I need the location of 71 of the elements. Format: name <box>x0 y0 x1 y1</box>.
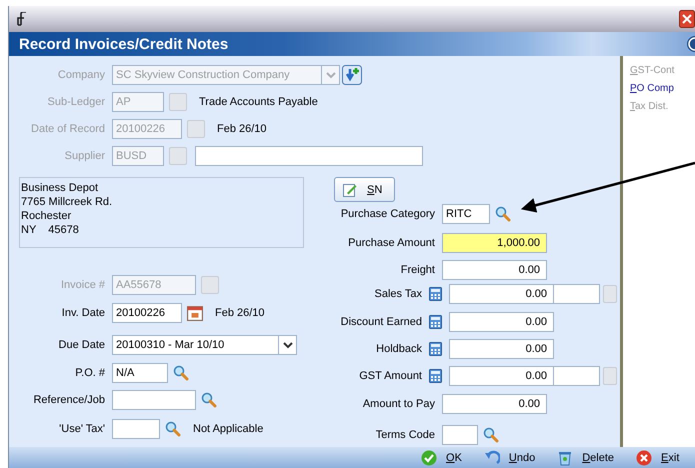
address-line: Business Depot <box>21 181 100 195</box>
input-field[interactable]: 1,000.00 <box>442 233 547 253</box>
undo-icon <box>484 450 500 466</box>
search-icon[interactable] <box>173 365 189 381</box>
field-label: Holdback <box>375 343 422 355</box>
footer-button[interactable]: Undo <box>480 450 540 466</box>
input-field[interactable] <box>112 419 160 439</box>
footer-button[interactable]: Delete <box>553 450 618 466</box>
field-description: Feb 26/10 <box>217 123 267 135</box>
input-field[interactable] <box>112 390 196 410</box>
calculator-icon[interactable] <box>429 369 442 383</box>
footer-button[interactable]: Exit <box>632 450 684 466</box>
field-label: Terms Code <box>374 429 436 441</box>
field-label: Invoice # <box>60 279 106 291</box>
help-icon[interactable] <box>685 36 695 52</box>
field-label: Sub-Ledger <box>46 96 106 108</box>
edit-icon[interactable] <box>343 182 357 196</box>
field-label: Inv. Date <box>60 307 106 319</box>
field-label: GST Amount <box>358 370 422 382</box>
input-field[interactable]: 0.00 <box>442 260 547 280</box>
field-label: 'Use' Tax' <box>58 423 106 435</box>
sidebar-link[interactable]: PO Comp <box>630 81 674 96</box>
input-field[interactable]: 0.00 <box>449 366 554 386</box>
calculator-icon[interactable] <box>429 342 442 356</box>
field-label: Sales Tax <box>374 288 422 300</box>
input-field[interactable]: 0.00 <box>449 284 554 304</box>
input-field[interactable] <box>554 284 600 304</box>
address-line: 7765 Millcreek Rd. <box>21 195 114 209</box>
add-record-icon[interactable] <box>342 65 362 85</box>
field-label: Due Date <box>58 339 106 351</box>
search-icon[interactable] <box>483 427 499 443</box>
field-description: Not Applicable <box>193 423 264 435</box>
footer-button[interactable]: OK <box>417 450 466 466</box>
field-label: P.O. # <box>74 367 106 379</box>
dropdown[interactable]: 20100310 - Mar 10/10 <box>112 335 297 355</box>
window-title: Record Invoices/Credit Notes <box>19 36 228 52</box>
field-label: Supplier <box>64 150 106 162</box>
field-label: Purchase Amount <box>347 237 436 249</box>
sn-button[interactable]: SN <box>334 177 395 202</box>
input-field[interactable]: N/A <box>112 363 168 383</box>
close-icon <box>636 450 652 466</box>
search-icon[interactable] <box>165 421 181 437</box>
input-field[interactable] <box>554 366 600 386</box>
input-field[interactable]: 0.00 <box>449 312 554 332</box>
app-icon[interactable] <box>15 12 27 26</box>
field-label: Purchase Category <box>340 208 436 220</box>
search-icon[interactable] <box>201 392 217 408</box>
field-label: Freight <box>400 264 436 276</box>
input-field[interactable]: 20100226 <box>112 303 182 323</box>
calendar-icon[interactable] <box>187 305 203 321</box>
field-description: Trade Accounts Payable <box>199 96 318 108</box>
check-icon <box>421 450 437 466</box>
field-label: Discount Earned <box>340 316 422 328</box>
field-label: Date of Record <box>30 123 106 135</box>
input-field[interactable]: 0.00 <box>449 339 554 359</box>
field-label: Amount to Pay <box>362 398 436 410</box>
input-field[interactable]: RITC <box>442 204 490 224</box>
field-label: Reference/Job <box>32 394 106 406</box>
close-icon[interactable] <box>679 10 695 28</box>
address-line: NY 45678 <box>21 223 80 237</box>
calculator-icon[interactable] <box>429 287 442 301</box>
address-line: Rochester <box>21 209 72 223</box>
caret-icon[interactable] <box>282 341 292 349</box>
input-field[interactable]: 0.00 <box>442 394 547 414</box>
field-description: Feb 26/10 <box>215 307 265 319</box>
input-field[interactable] <box>195 146 423 166</box>
trash-icon <box>557 450 574 466</box>
field-label: Company <box>56 69 106 81</box>
calculator-icon[interactable] <box>429 315 442 329</box>
input-field[interactable] <box>442 425 478 445</box>
search-icon[interactable] <box>495 206 511 222</box>
